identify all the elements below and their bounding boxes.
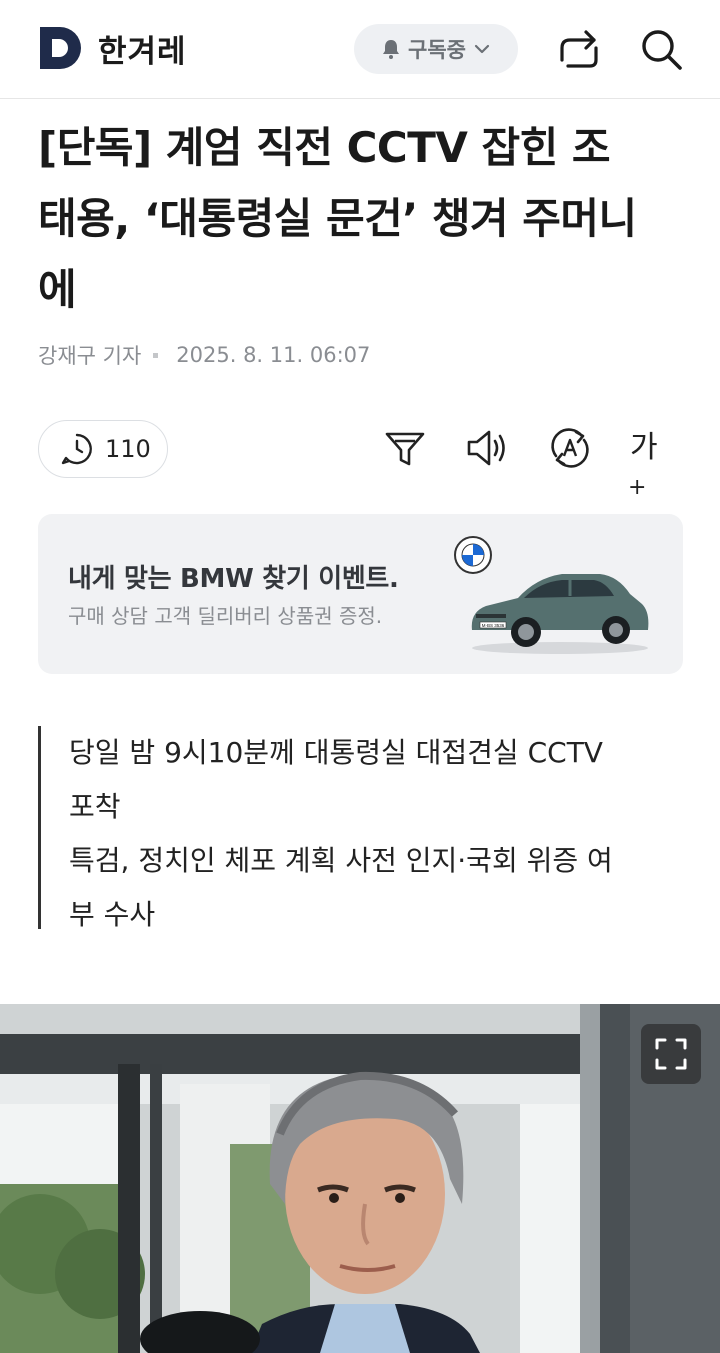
summary-line: 특검, 정치인 체포 계획 사전 인지·국회 위증 여 bbox=[69, 844, 613, 877]
photo-scene bbox=[0, 1004, 720, 1353]
d-logo-icon[interactable] bbox=[38, 25, 84, 71]
font-size-label: 가 bbox=[630, 430, 658, 465]
search-icon[interactable] bbox=[638, 26, 684, 72]
headline-line: 태용, ‘대통령실 문건’ 챙겨 주머니 bbox=[38, 194, 637, 243]
comment-icon bbox=[61, 433, 92, 465]
comment-count: 110 bbox=[105, 435, 151, 463]
headline-line: [단독] 계엄 직전 CCTV 잡힌 조 bbox=[38, 123, 611, 172]
summary-line: 부 수사 bbox=[69, 898, 156, 931]
car-plate: M·BS 3536 bbox=[482, 623, 505, 628]
byline: 강재구 기자 2025. 8. 11. 06:07 bbox=[38, 340, 370, 370]
chevron-down-icon bbox=[474, 44, 490, 54]
ad-title: 내게 맞는 BMW 찾기 이벤트. bbox=[68, 564, 399, 594]
speaker-icon[interactable] bbox=[465, 426, 509, 470]
article-headline: [단독] 계엄 직전 CCTV 잡힌 조 태용, ‘대통령실 문건’ 챙겨 주머… bbox=[38, 112, 688, 325]
publish-date: 2025. 8. 11. 06:07 bbox=[176, 343, 371, 367]
article-photo[interactable] bbox=[0, 1004, 720, 1353]
bell-icon bbox=[383, 40, 400, 59]
font-size-plus: + bbox=[628, 475, 647, 500]
font-size-button[interactable]: 가+ bbox=[628, 426, 674, 500]
share-icon[interactable] bbox=[556, 26, 602, 72]
brand-name[interactable]: 한겨레 bbox=[98, 26, 187, 71]
author-name[interactable]: 강재구 기자 bbox=[38, 340, 141, 370]
ad-subtitle: 구매 상담 고객 딜리버리 상품권 증정. bbox=[68, 604, 383, 628]
subscribe-label: 구독중 bbox=[408, 38, 466, 62]
expand-photo-button[interactable] bbox=[641, 1024, 701, 1084]
headline-line: 에 bbox=[38, 265, 77, 314]
bmw-ad-banner[interactable]: 내게 맞는 BMW 찾기 이벤트. 구매 상담 고객 딜리버리 상품권 증정. … bbox=[38, 514, 683, 674]
translate-icon[interactable] bbox=[548, 426, 592, 470]
comment-button[interactable]: 110 bbox=[38, 420, 168, 478]
filter-icon[interactable] bbox=[383, 426, 427, 470]
top-header: 한겨레 구독중 bbox=[0, 0, 720, 99]
summary-line: 당일 밤 9시10분께 대통령실 대접견실 CCTV bbox=[69, 736, 603, 769]
car-image: M·BS 3536 bbox=[471, 574, 649, 654]
subscribe-button[interactable]: 구독중 bbox=[354, 24, 518, 74]
separator-dot bbox=[153, 352, 159, 358]
fullscreen-icon bbox=[655, 1038, 687, 1070]
article-summary: 당일 밤 9시10분께 대통령실 대접견실 CCTV 포착 특검, 정치인 체포… bbox=[38, 726, 681, 931]
summary-line: 포착 bbox=[69, 790, 121, 823]
